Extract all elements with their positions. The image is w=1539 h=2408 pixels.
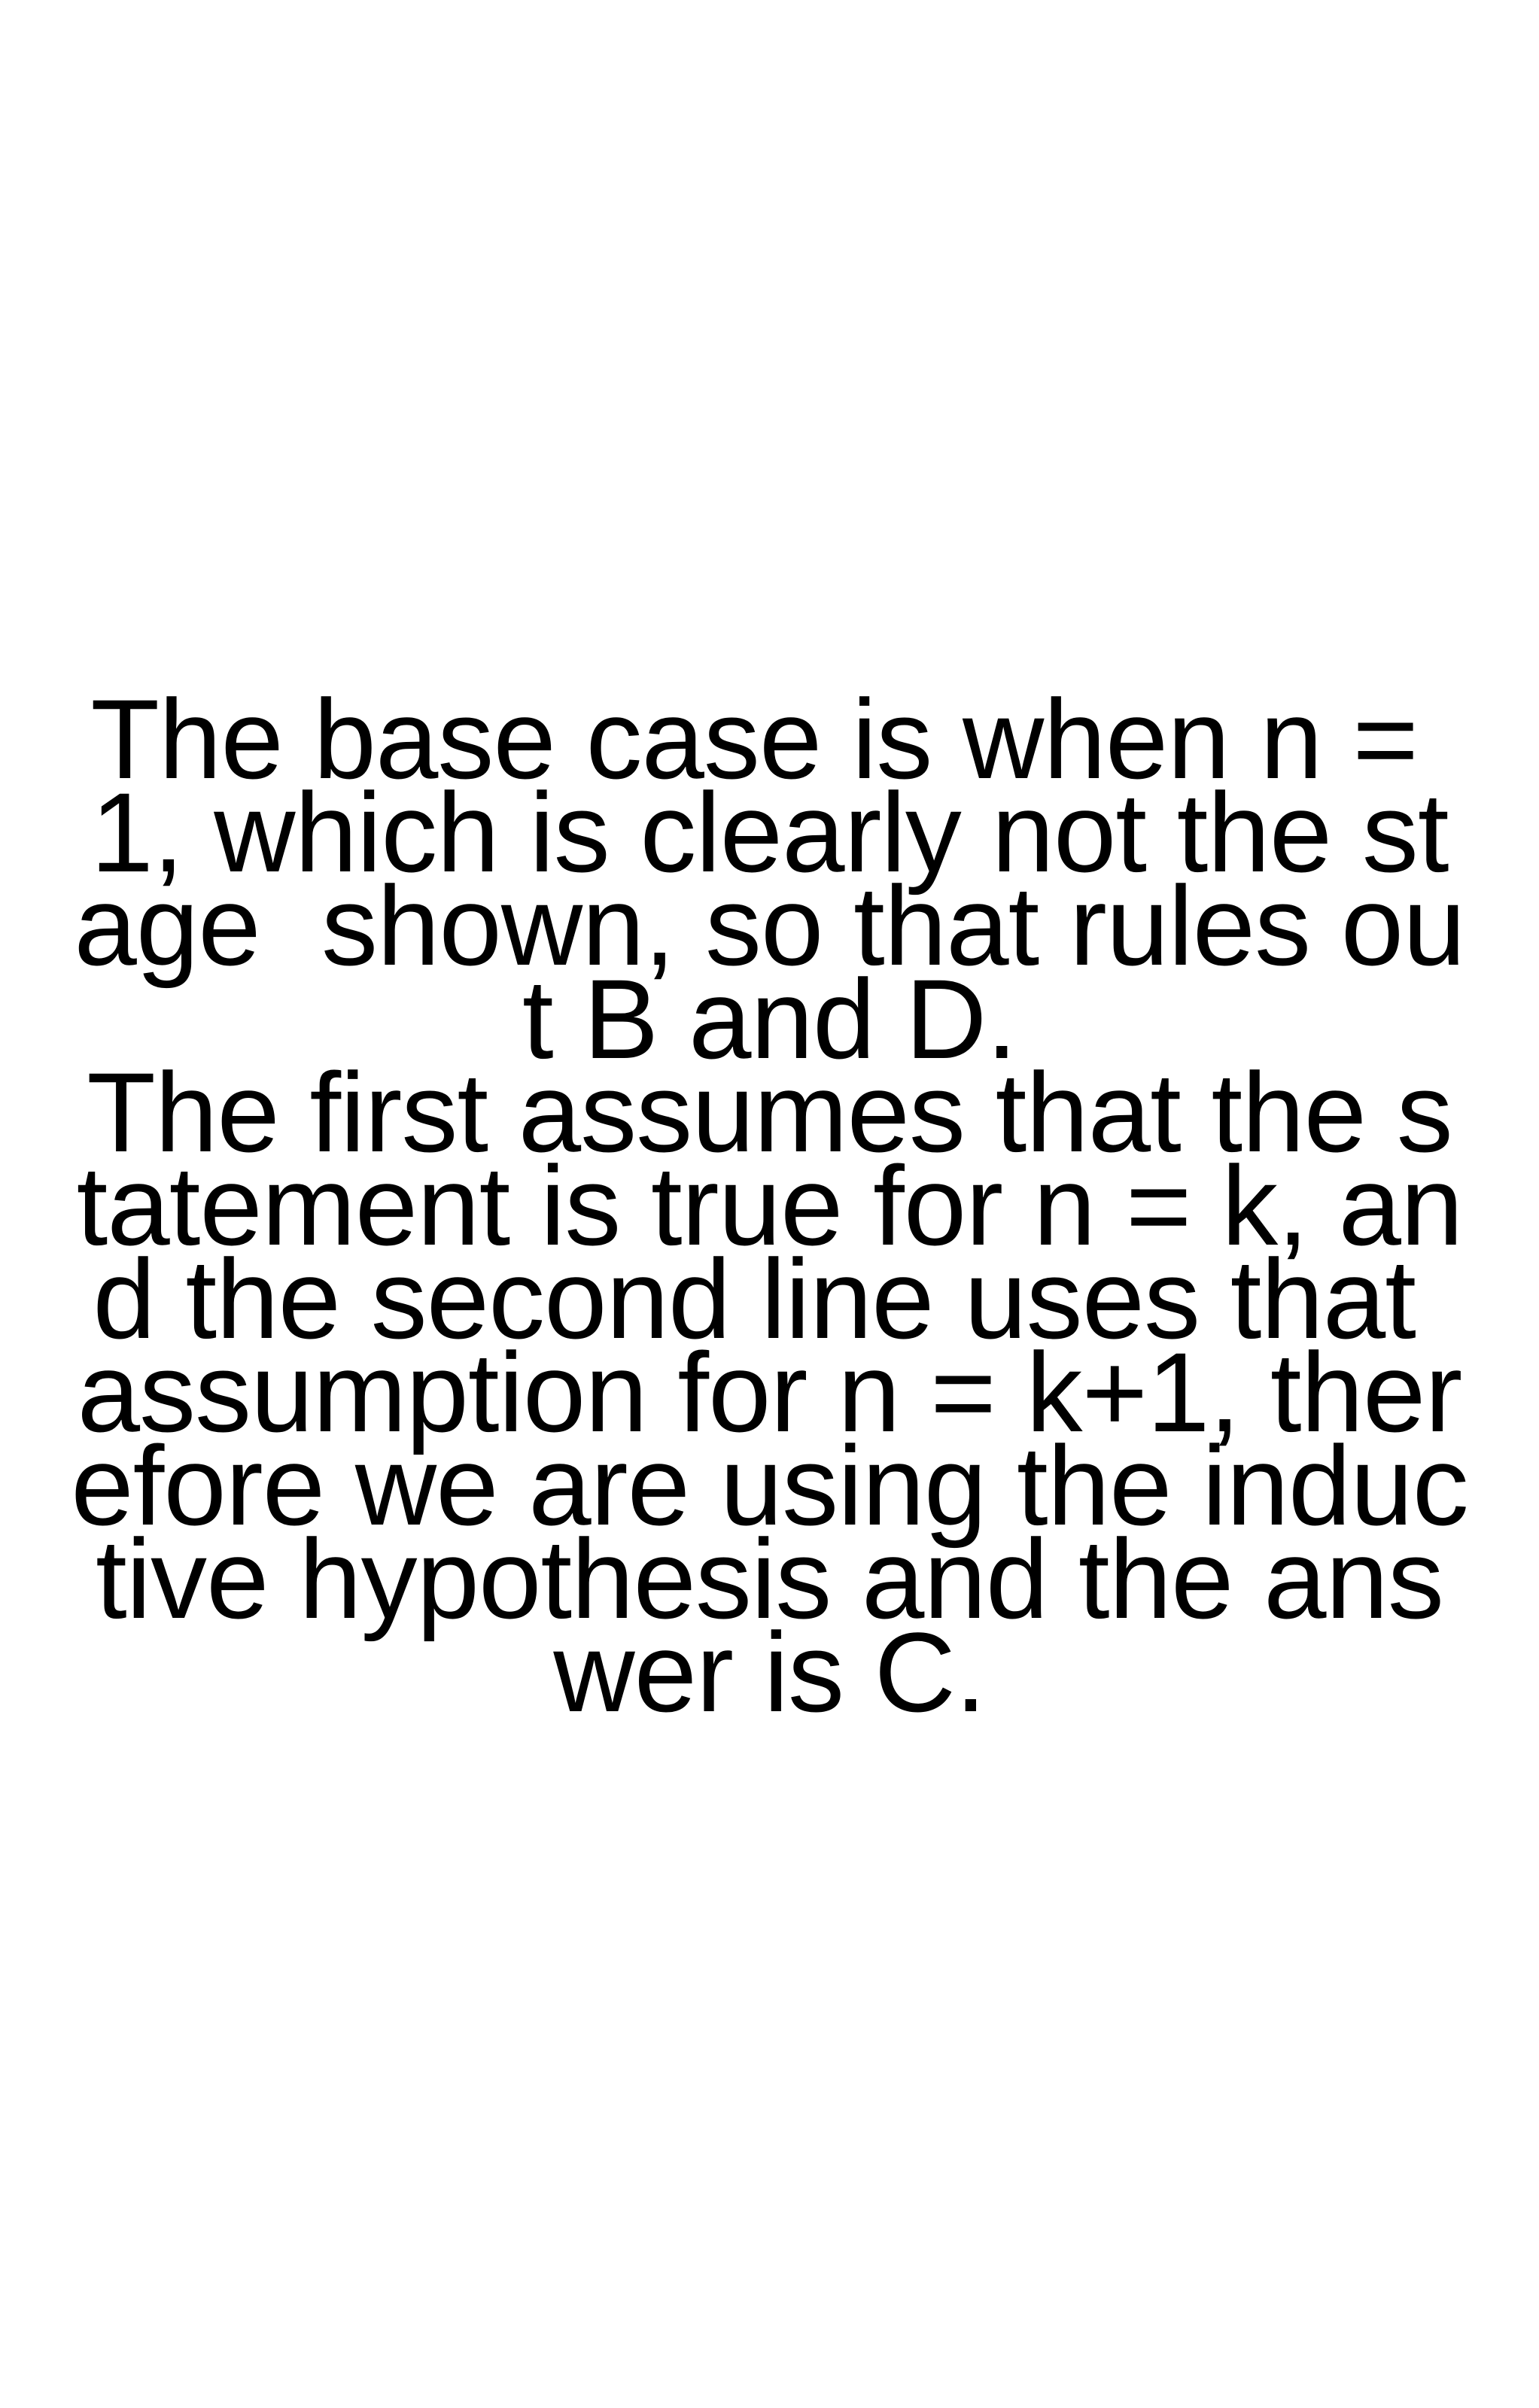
page: The base case is when n = 1, which is cl… xyxy=(0,0,1539,2408)
explanation-text: The base case is when n = 1, which is cl… xyxy=(0,683,1539,1728)
